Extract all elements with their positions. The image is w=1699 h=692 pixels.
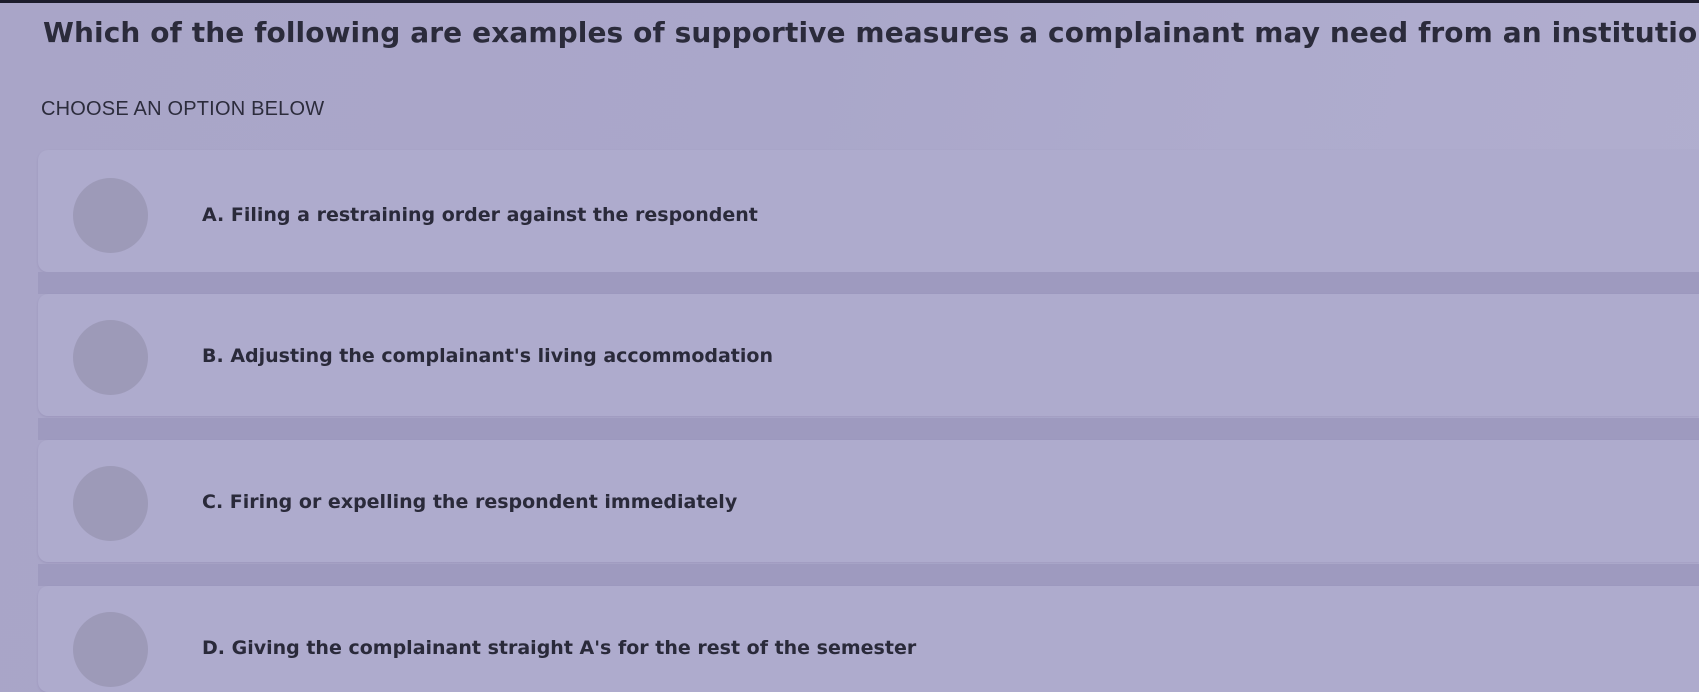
radio-button-d[interactable]	[73, 612, 148, 687]
radio-button-b[interactable]	[73, 320, 148, 395]
option-c-label: C. Firing or expelling the respondent im…	[202, 491, 738, 513]
option-divider	[38, 272, 1699, 294]
option-d[interactable]: D. Giving the complainant straight A's f…	[38, 586, 1699, 692]
option-divider	[38, 564, 1699, 586]
quiz-screen: Which of the following are examples of s…	[0, 0, 1699, 692]
option-d-label: D. Giving the complainant straight A's f…	[202, 637, 917, 659]
option-a[interactable]: A. Filing a restraining order against th…	[38, 150, 1699, 272]
option-b-label: B. Adjusting the complainant's living ac…	[202, 345, 773, 367]
option-divider	[38, 418, 1699, 440]
option-b[interactable]: B. Adjusting the complainant's living ac…	[38, 294, 1699, 416]
radio-button-c[interactable]	[73, 466, 148, 541]
radio-button-a[interactable]	[73, 178, 148, 253]
options-list: A. Filing a restraining order against th…	[0, 0, 1699, 692]
option-a-label: A. Filing a restraining order against th…	[202, 204, 758, 226]
option-c[interactable]: C. Firing or expelling the respondent im…	[38, 440, 1699, 562]
